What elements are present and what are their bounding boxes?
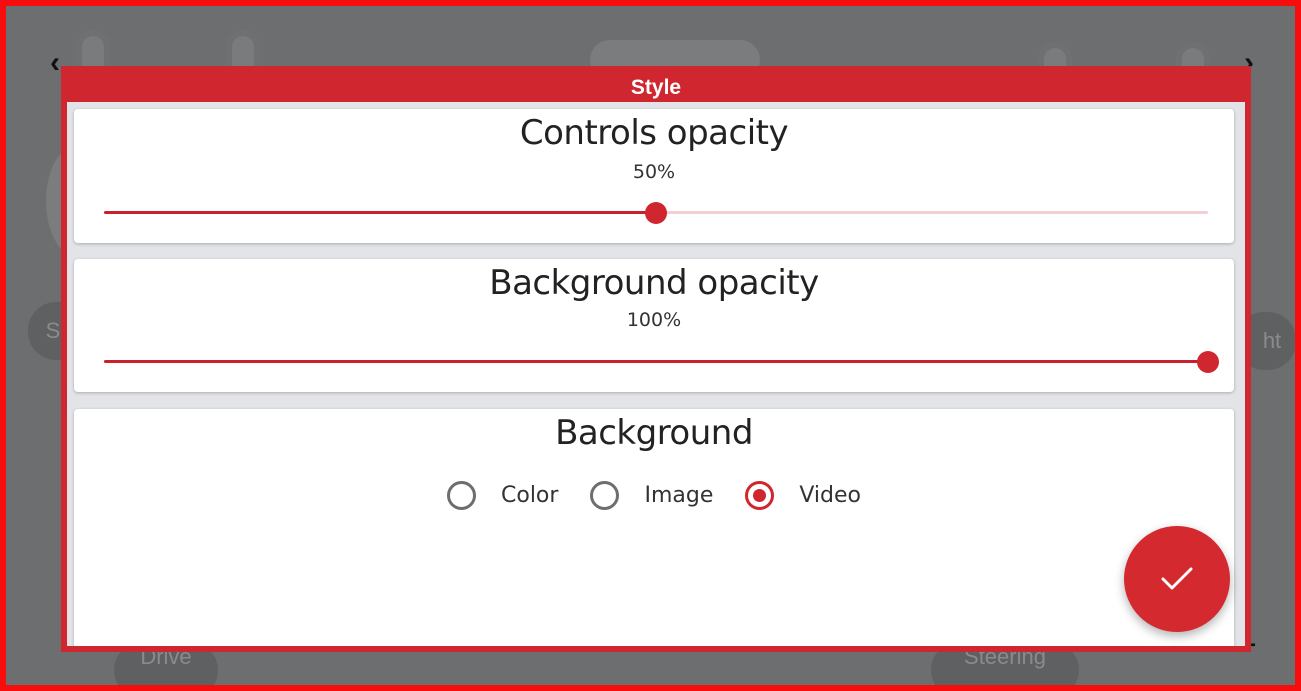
back-arrow-icon: ‹	[50, 46, 60, 79]
controls-opacity-title: Controls opacity	[519, 113, 789, 153]
style-dialog: Style Controls opacity 50% Background op…	[61, 66, 1251, 652]
background-opacity-slider[interactable]	[104, 350, 1219, 374]
background-card: Background Color Image Video	[74, 409, 1234, 646]
background-radio-group: Color Image Video	[74, 481, 1234, 510]
background-opacity-card: Background opacity 100%	[74, 259, 1234, 392]
check-icon	[1161, 567, 1193, 590]
background-opacity-title: Background opacity	[489, 263, 819, 303]
radio-option-color[interactable]: Color	[447, 481, 558, 510]
background-opacity-value: 100%	[626, 309, 682, 331]
radio-button[interactable]	[745, 481, 775, 510]
radio-option-image[interactable]: Image	[590, 481, 713, 510]
slider-fill	[104, 211, 656, 214]
radio-option-video[interactable]: Video	[745, 481, 861, 510]
radio-button[interactable]	[447, 481, 476, 510]
slider-thumb[interactable]	[1197, 351, 1219, 373]
background-title: Background	[555, 413, 753, 453]
dialog-title: Style	[67, 66, 1245, 102]
slider-thumb[interactable]	[645, 202, 667, 224]
radio-label: Video	[799, 483, 861, 508]
radio-label: Image	[644, 483, 714, 508]
confirm-button[interactable]	[1124, 526, 1230, 632]
controls-opacity-value: 50%	[632, 161, 676, 183]
controls-opacity-card: Controls opacity 50%	[74, 109, 1234, 243]
app-screen: ‹ › S ht Drive Steering + Style Controls…	[0, 0, 1301, 691]
radio-label: Color	[501, 483, 559, 508]
controls-opacity-slider[interactable]	[104, 201, 1208, 225]
slider-fill	[104, 360, 1208, 363]
radio-button[interactable]	[590, 481, 620, 510]
